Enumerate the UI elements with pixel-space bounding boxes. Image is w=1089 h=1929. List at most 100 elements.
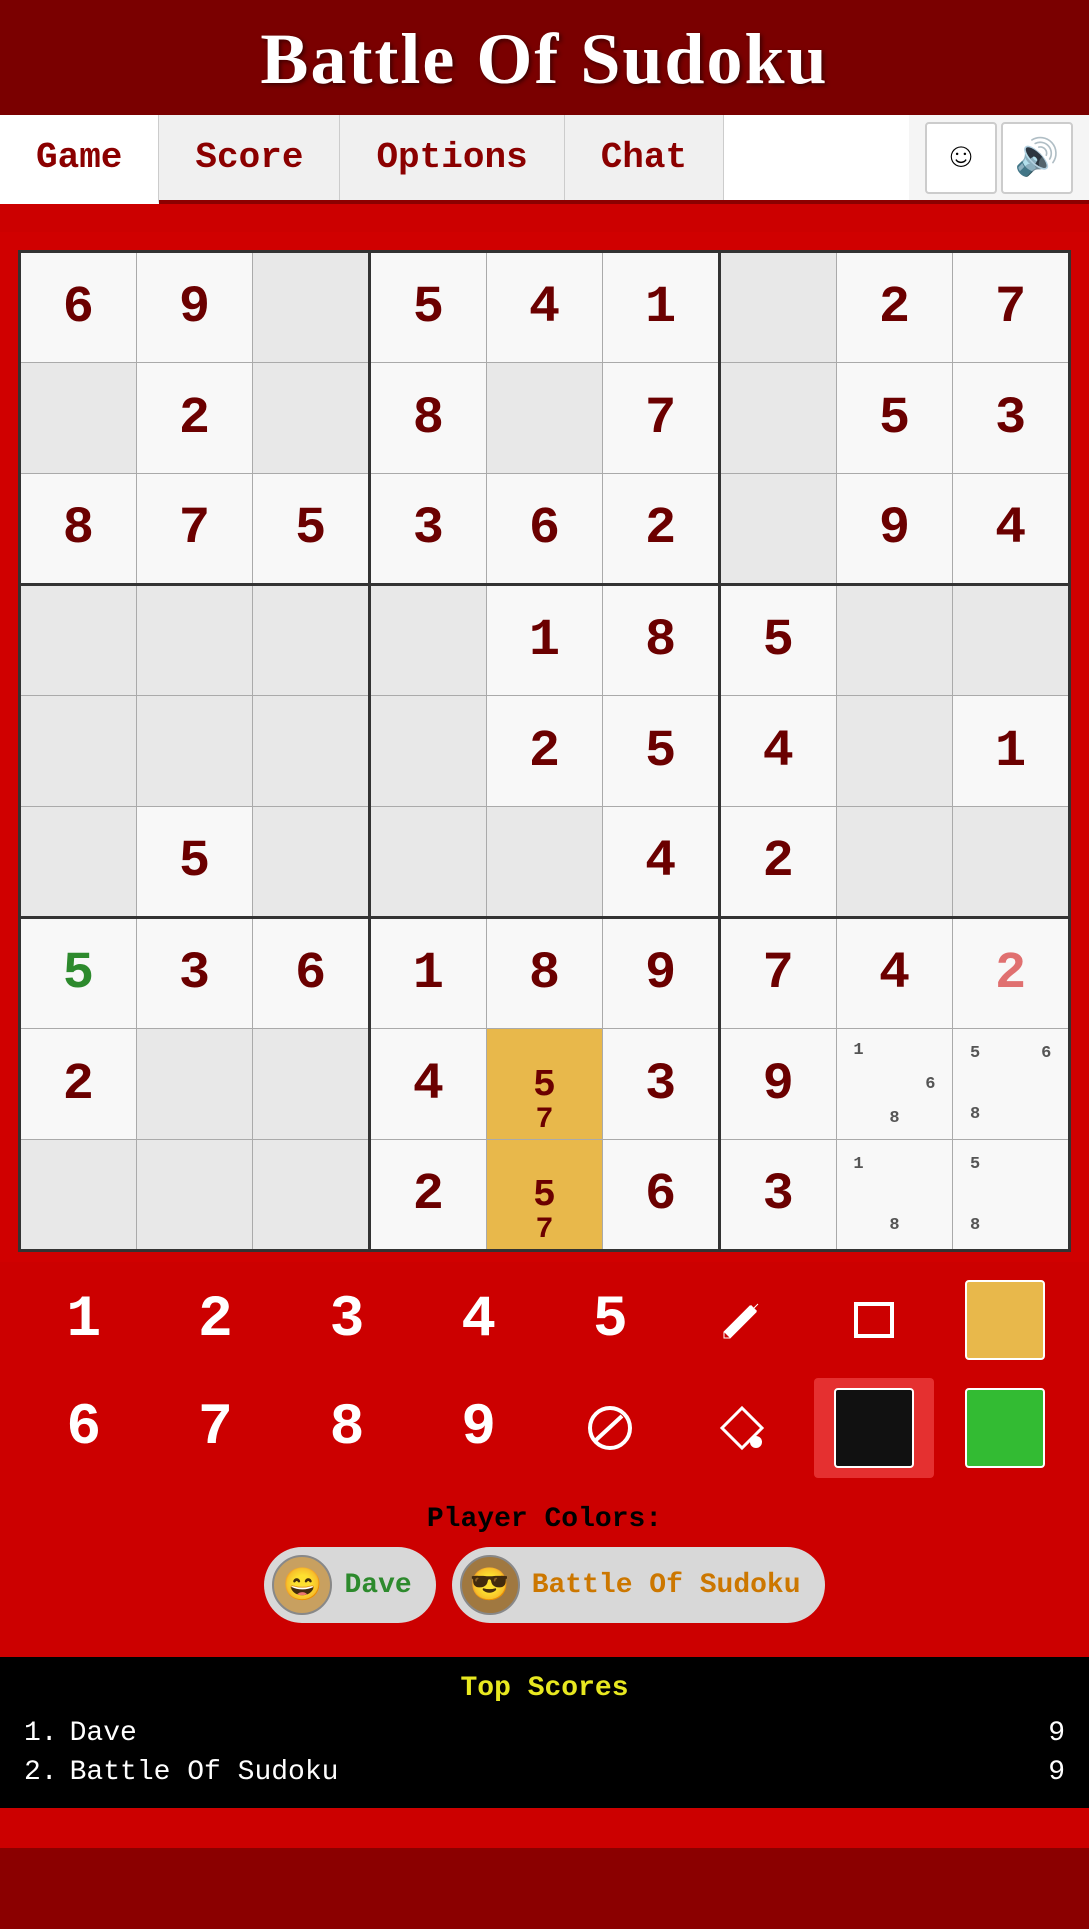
cell-5-4[interactable] — [486, 807, 603, 918]
cell-1-2[interactable] — [253, 363, 370, 474]
cancel-tool[interactable] — [550, 1378, 670, 1478]
cell-5-1[interactable]: 5 — [136, 807, 253, 918]
cell-7-6[interactable]: 9 — [719, 1029, 836, 1140]
cell-7-4[interactable]: 5 7 — [486, 1029, 603, 1140]
cell-5-6[interactable]: 2 — [719, 807, 836, 918]
cell-1-0[interactable] — [20, 363, 137, 474]
cell-4-1[interactable] — [136, 696, 253, 807]
color-black-btn[interactable] — [814, 1378, 934, 1478]
cell-8-0[interactable] — [20, 1140, 137, 1251]
cell-1-6[interactable] — [719, 363, 836, 474]
cell-3-1[interactable] — [136, 585, 253, 696]
cell-3-8[interactable] — [953, 585, 1070, 696]
cell-2-8[interactable]: 4 — [953, 474, 1070, 585]
cell-0-7[interactable]: 2 — [836, 252, 953, 363]
color-green-btn[interactable] — [945, 1378, 1065, 1478]
cell-5-0[interactable] — [20, 807, 137, 918]
cell-6-3[interactable]: 1 — [369, 918, 486, 1029]
cell-3-2[interactable] — [253, 585, 370, 696]
cell-7-5[interactable]: 3 — [603, 1029, 720, 1140]
cell-6-6[interactable]: 7 — [719, 918, 836, 1029]
emoji-button[interactable]: ☺ — [925, 122, 997, 194]
cell-0-0[interactable]: 6 — [20, 252, 137, 363]
cell-3-3[interactable] — [369, 585, 486, 696]
cell-8-5[interactable]: 6 — [603, 1140, 720, 1251]
num-btn-3[interactable]: 3 — [287, 1270, 407, 1370]
cell-7-3[interactable]: 4 — [369, 1029, 486, 1140]
cell-3-0[interactable] — [20, 585, 137, 696]
cell-2-0[interactable]: 8 — [20, 474, 137, 585]
num-btn-4[interactable]: 4 — [419, 1270, 539, 1370]
cell-3-7[interactable] — [836, 585, 953, 696]
cell-6-2[interactable]: 6 — [253, 918, 370, 1029]
cell-7-0[interactable]: 2 — [20, 1029, 137, 1140]
cell-2-7[interactable]: 9 — [836, 474, 953, 585]
cell-5-2[interactable] — [253, 807, 370, 918]
cell-1-4[interactable] — [486, 363, 603, 474]
cell-1-5[interactable]: 7 — [603, 363, 720, 474]
pencil-tool[interactable] — [682, 1270, 802, 1370]
cell-8-6[interactable]: 3 — [719, 1140, 836, 1251]
cell-2-6[interactable] — [719, 474, 836, 585]
cell-4-0[interactable] — [20, 696, 137, 807]
cell-6-8[interactable]: 2 — [953, 918, 1070, 1029]
cell-7-1[interactable] — [136, 1029, 253, 1140]
cell-5-7[interactable] — [836, 807, 953, 918]
cell-2-2[interactable]: 5 — [253, 474, 370, 585]
cell-2-3[interactable]: 3 — [369, 474, 486, 585]
cell-1-7[interactable]: 5 — [836, 363, 953, 474]
cell-8-7[interactable]: 1 8 — [836, 1140, 953, 1251]
cell-6-1[interactable]: 3 — [136, 918, 253, 1029]
cell-3-5[interactable]: 8 — [603, 585, 720, 696]
tab-game[interactable]: Game — [0, 115, 159, 204]
cell-0-4[interactable]: 4 — [486, 252, 603, 363]
tab-chat[interactable]: Chat — [565, 115, 724, 200]
cell-4-8[interactable]: 1 — [953, 696, 1070, 807]
tab-options[interactable]: Options — [340, 115, 564, 200]
cell-1-3[interactable]: 8 — [369, 363, 486, 474]
cell-1-1[interactable]: 2 — [136, 363, 253, 474]
cell-0-6[interactable] — [719, 252, 836, 363]
cell-8-1[interactable] — [136, 1140, 253, 1251]
cell-0-5[interactable]: 1 — [603, 252, 720, 363]
cell-4-4[interactable]: 2 — [486, 696, 603, 807]
cell-8-4[interactable]: 5 7 — [486, 1140, 603, 1251]
cell-6-5[interactable]: 9 — [603, 918, 720, 1029]
diamond-tool[interactable] — [682, 1378, 802, 1478]
num-btn-6[interactable]: 6 — [24, 1378, 144, 1478]
tab-score[interactable]: Score — [159, 115, 340, 200]
cell-6-4[interactable]: 8 — [486, 918, 603, 1029]
cell-4-6[interactable]: 4 — [719, 696, 836, 807]
cell-4-3[interactable] — [369, 696, 486, 807]
num-btn-1[interactable]: 1 — [24, 1270, 144, 1370]
cell-0-3[interactable]: 5 — [369, 252, 486, 363]
cell-0-8[interactable]: 7 — [953, 252, 1070, 363]
cell-7-8[interactable]: 56 8 — [953, 1029, 1070, 1140]
cell-5-5[interactable]: 4 — [603, 807, 720, 918]
cell-7-2[interactable] — [253, 1029, 370, 1140]
sound-button[interactable]: 🔊 — [1001, 122, 1073, 194]
cell-4-7[interactable] — [836, 696, 953, 807]
cell-1-8[interactable]: 3 — [953, 363, 1070, 474]
cell-6-0[interactable]: 5 — [20, 918, 137, 1029]
cell-8-2[interactable] — [253, 1140, 370, 1251]
cell-2-4[interactable]: 6 — [486, 474, 603, 585]
cell-4-5[interactable]: 5 — [603, 696, 720, 807]
cell-7-7[interactable]: 1 6 8 — [836, 1029, 953, 1140]
cell-8-3[interactable]: 2 — [369, 1140, 486, 1251]
color-orange-btn[interactable] — [945, 1270, 1065, 1370]
cell-5-3[interactable] — [369, 807, 486, 918]
cell-4-2[interactable] — [253, 696, 370, 807]
num-btn-2[interactable]: 2 — [155, 1270, 275, 1370]
rectangle-tool[interactable] — [814, 1270, 934, 1370]
cell-6-7[interactable]: 4 — [836, 918, 953, 1029]
cell-0-1[interactable]: 9 — [136, 252, 253, 363]
cell-0-2[interactable] — [253, 252, 370, 363]
cell-8-8[interactable]: 5 8 — [953, 1140, 1070, 1251]
cell-2-5[interactable]: 2 — [603, 474, 720, 585]
num-btn-5[interactable]: 5 — [550, 1270, 670, 1370]
cell-5-8[interactable] — [953, 807, 1070, 918]
num-btn-7[interactable]: 7 — [155, 1378, 275, 1478]
num-btn-9[interactable]: 9 — [419, 1378, 539, 1478]
cell-3-6[interactable]: 5 — [719, 585, 836, 696]
